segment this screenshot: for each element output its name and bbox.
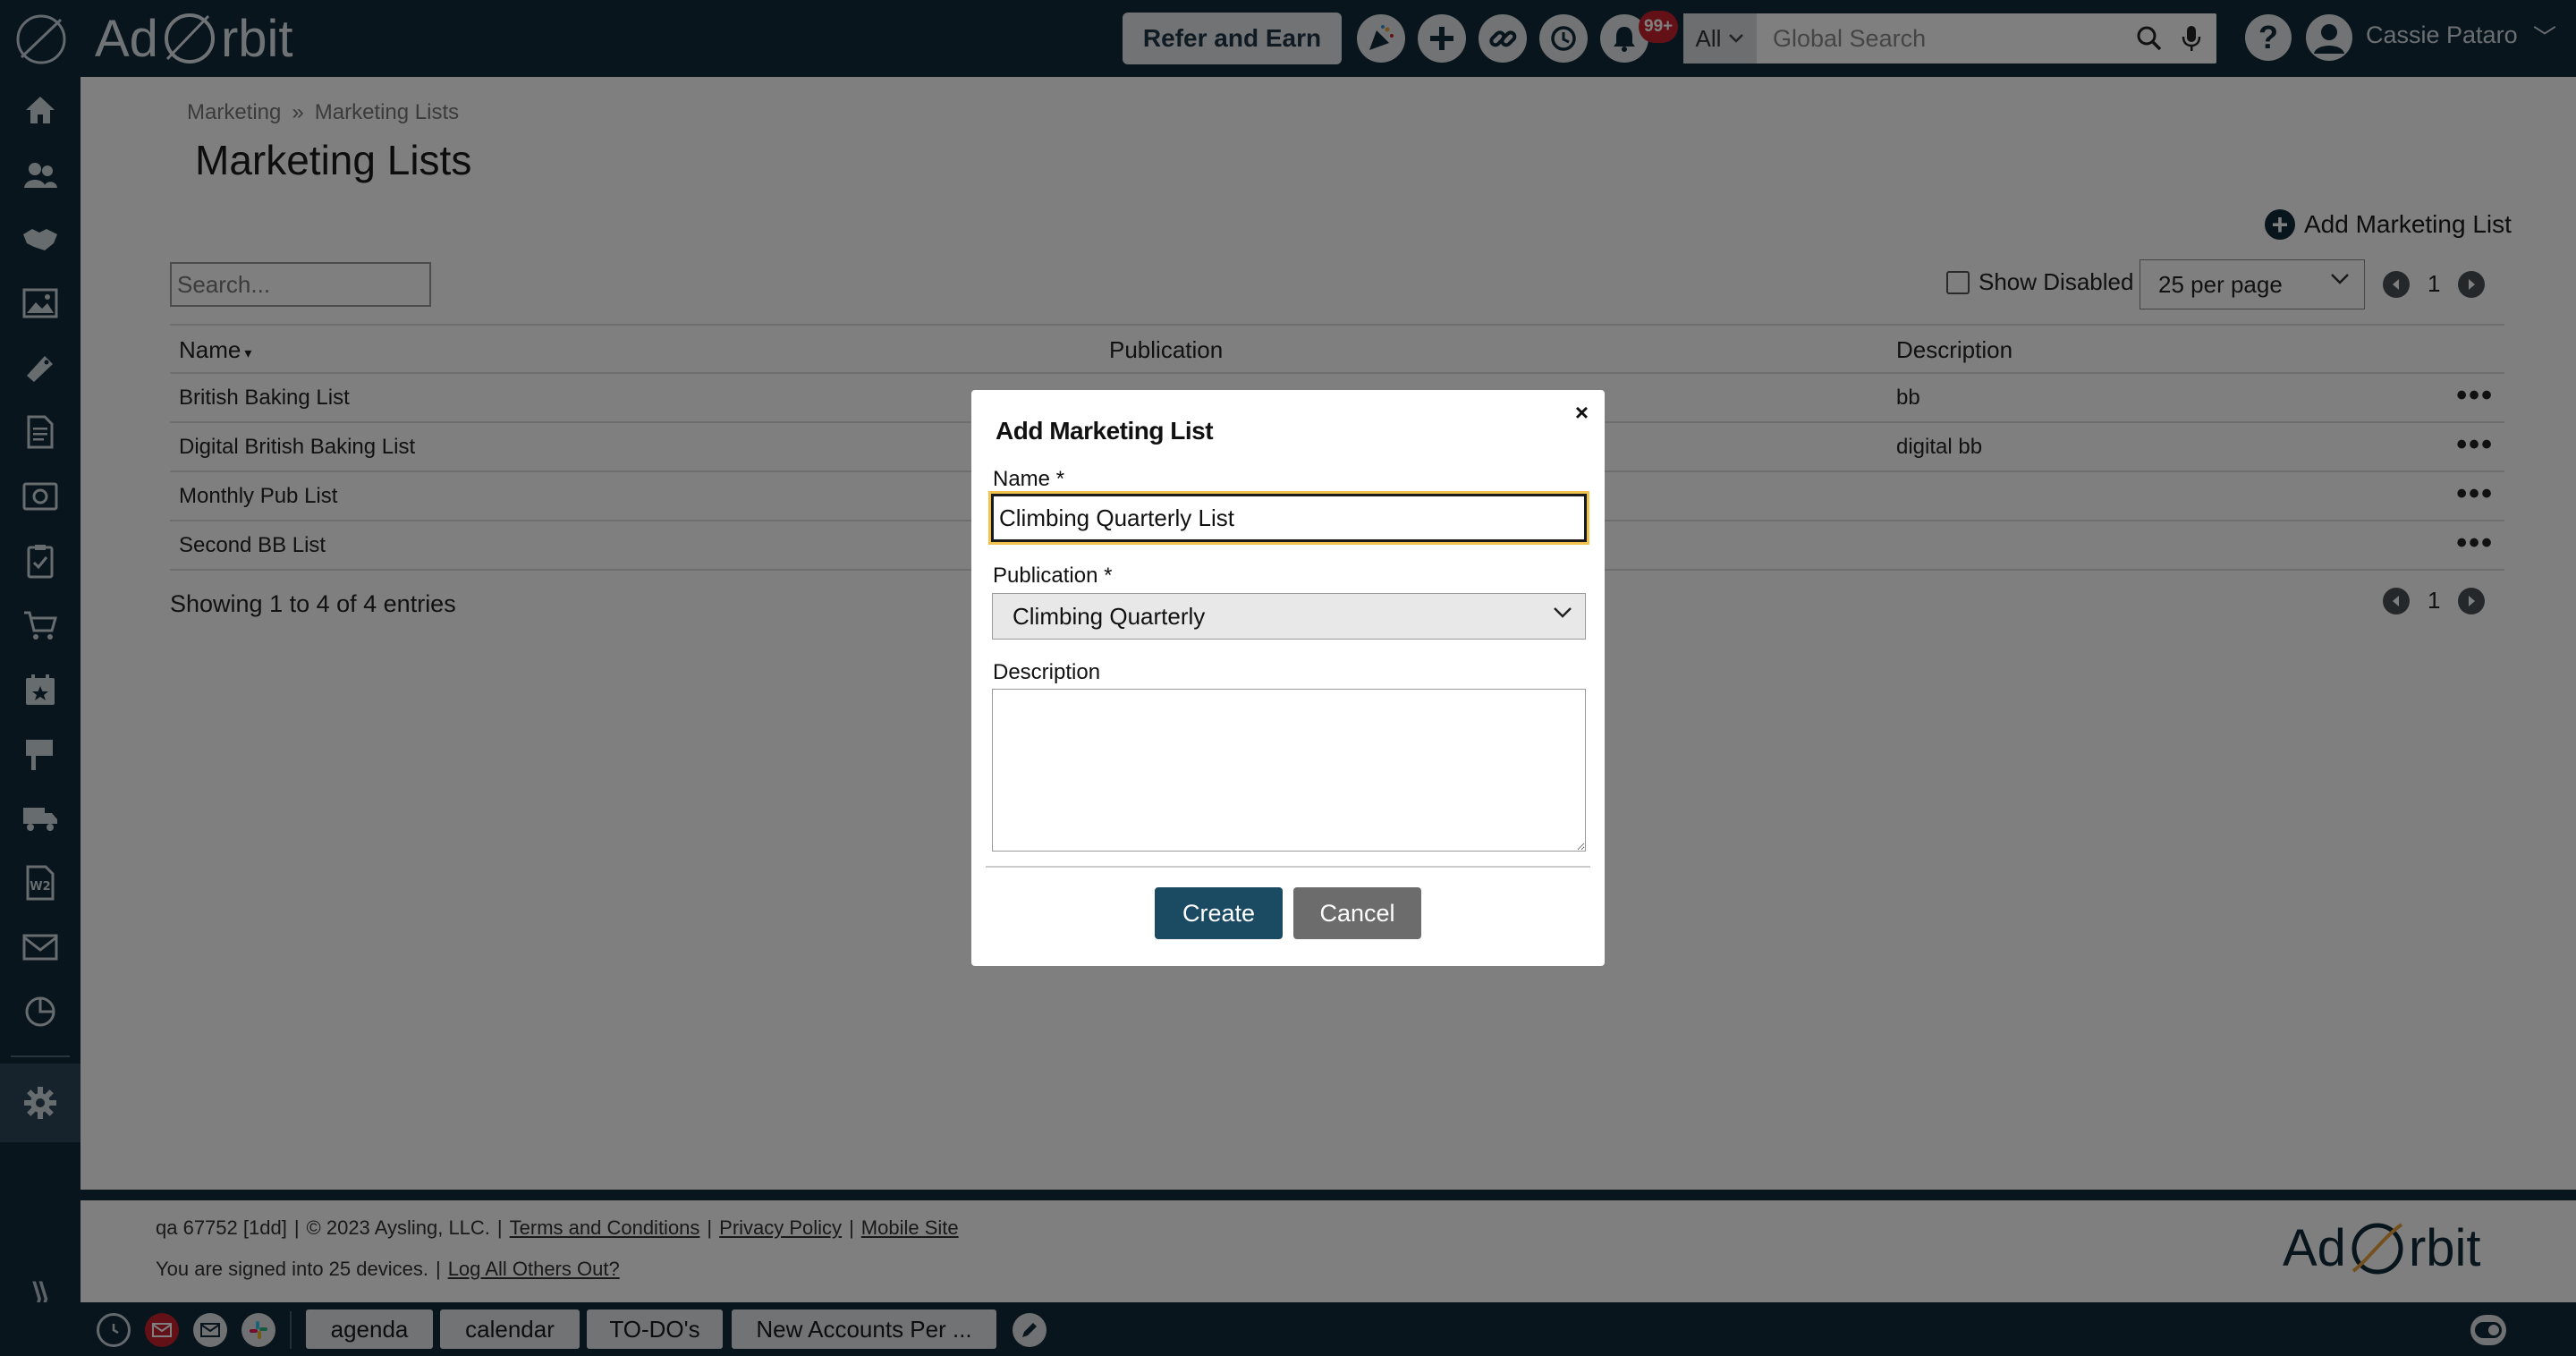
description-label: Description: [993, 660, 1101, 684]
publication-value: Climbing Quarterly: [1013, 602, 1206, 630]
cancel-button[interactable]: Cancel: [1293, 887, 1421, 939]
name-field[interactable]: [991, 494, 1587, 542]
dialog-divider: [986, 866, 1590, 868]
close-icon[interactable]: ×: [1575, 399, 1589, 427]
publication-label: Publication *: [993, 564, 1113, 588]
create-button[interactable]: Create: [1155, 887, 1283, 939]
description-field[interactable]: [992, 689, 1586, 852]
publication-select[interactable]: Climbing Quarterly: [992, 593, 1586, 640]
add-marketing-list-dialog: × Add Marketing List Name * Publication …: [971, 390, 1605, 966]
name-label: Name *: [993, 467, 1065, 491]
chevron-down-icon: [1554, 607, 1572, 618]
dialog-title: Add Marketing List: [996, 417, 1214, 445]
